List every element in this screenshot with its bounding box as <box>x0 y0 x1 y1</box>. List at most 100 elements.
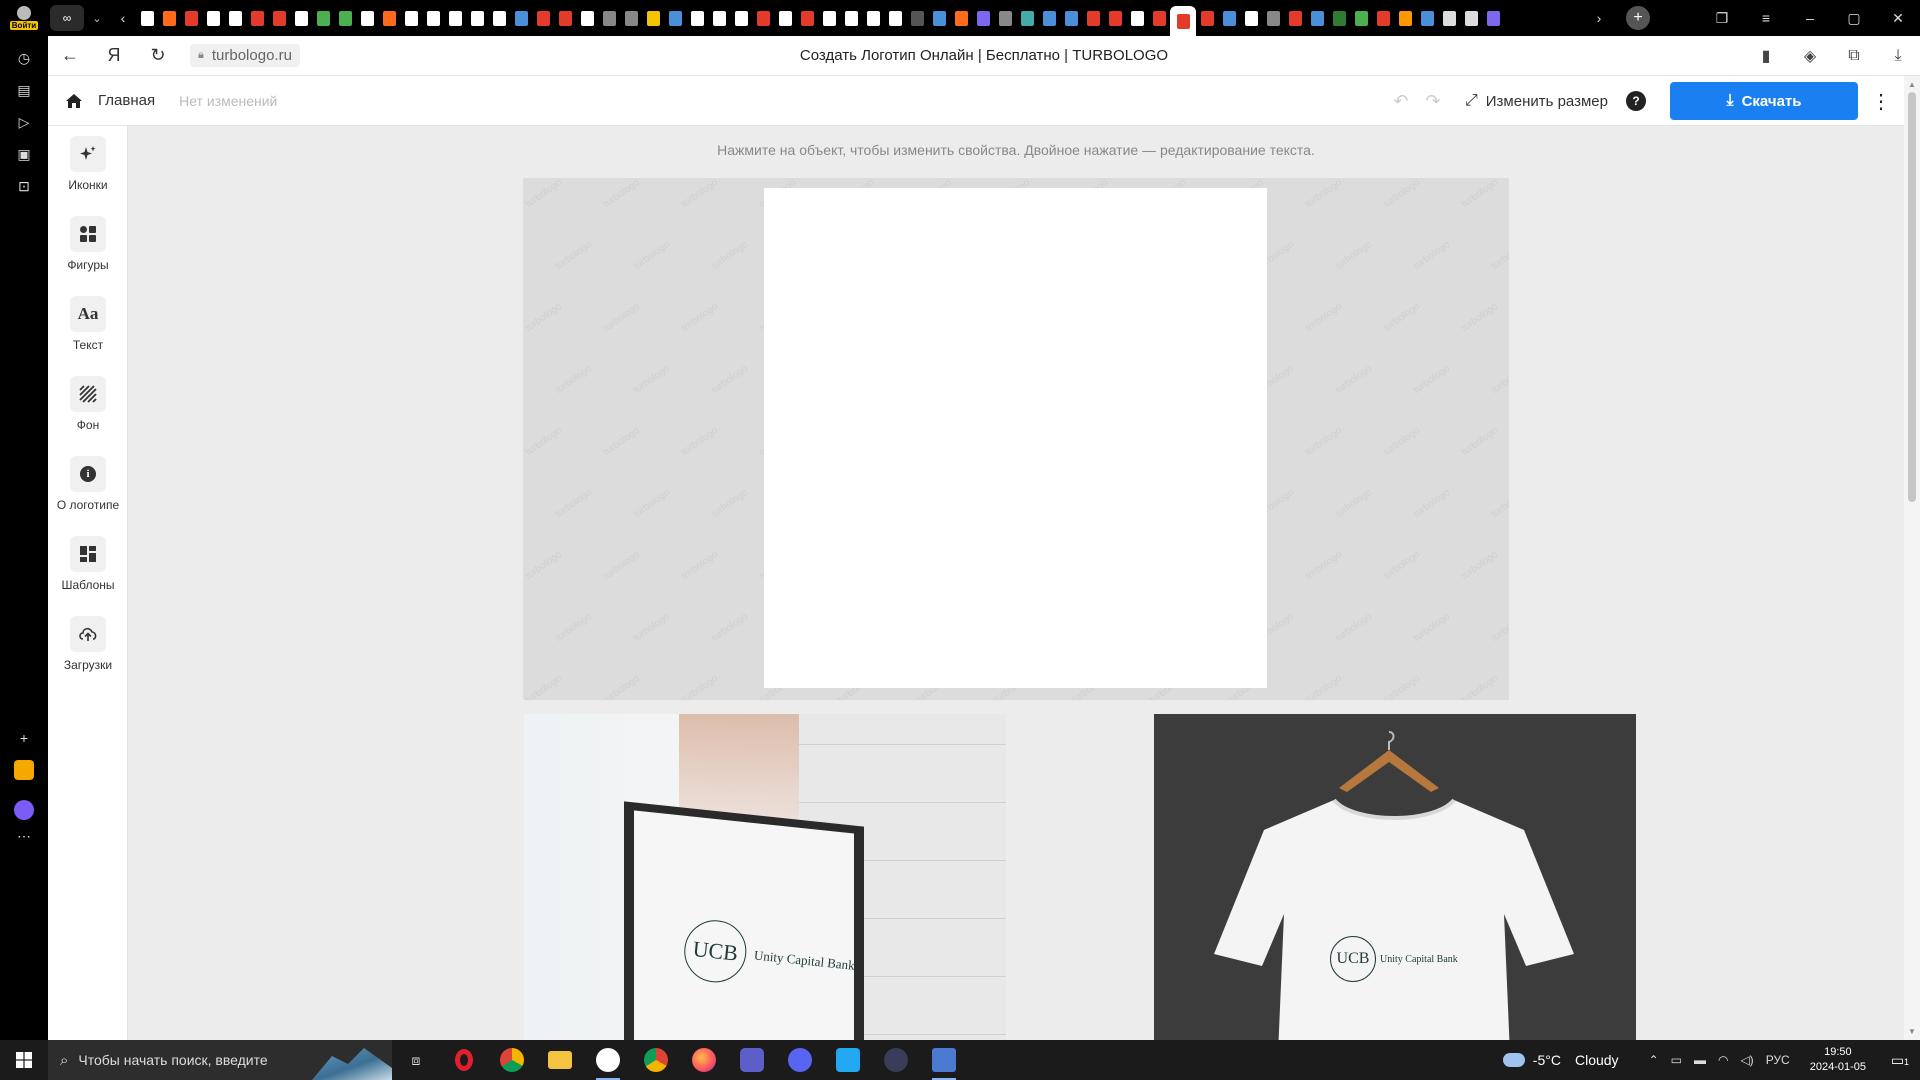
browser-tab[interactable] <box>1416 7 1438 29</box>
browser-tab[interactable] <box>1394 7 1416 29</box>
browser-tab[interactable] <box>928 7 950 29</box>
browser-tab[interactable] <box>180 7 202 29</box>
profile-button[interactable]: Войти <box>0 0 48 36</box>
mail-icon[interactable] <box>14 760 34 780</box>
help-icon[interactable]: ? <box>1626 91 1646 111</box>
file-explorer-icon[interactable] <box>536 1040 584 1080</box>
browser-tab[interactable] <box>1038 7 1060 29</box>
volume-icon[interactable]: ◁) <box>1740 1053 1753 1067</box>
browser-tab[interactable] <box>708 7 730 29</box>
browser-tab[interactable] <box>1460 7 1482 29</box>
browser-tab[interactable] <box>796 7 818 29</box>
browser-tab[interactable] <box>422 7 444 29</box>
tool-background[interactable]: Фон <box>48 376 128 432</box>
browser-tab[interactable] <box>1240 7 1262 29</box>
menu-icon[interactable]: ≡ <box>1744 10 1788 26</box>
browser-tab[interactable] <box>158 7 180 29</box>
browser-tab[interactable] <box>444 7 466 29</box>
tabs-scroll-right-icon[interactable]: › <box>1586 10 1612 26</box>
scroll-down-icon[interactable]: ▼ <box>1904 1027 1920 1036</box>
browser-tab[interactable] <box>620 7 642 29</box>
clock[interactable]: 19:50 2024-01-05 <box>1810 1045 1866 1075</box>
vpn-icon[interactable] <box>872 1040 920 1080</box>
extensions-icon[interactable]: ⧉ <box>1832 47 1876 65</box>
teams-icon[interactable] <box>728 1040 776 1080</box>
resize-button[interactable]: ⤢ Изменить размер <box>1465 92 1608 110</box>
wifi-icon[interactable]: ◠ <box>1718 1053 1728 1067</box>
browser-tab[interactable] <box>1218 7 1240 29</box>
browser-tab[interactable] <box>1126 7 1148 29</box>
notifications-button[interactable]: ▭ 1 <box>1880 1052 1920 1069</box>
browser-tab[interactable] <box>290 7 312 29</box>
video-icon[interactable]: ▷ <box>14 112 34 132</box>
scroll-up-icon[interactable]: ▲ <box>1904 80 1920 89</box>
browser-tab[interactable] <box>466 7 488 29</box>
browser-tab[interactable] <box>972 7 994 29</box>
tool-shapes[interactable]: Фигуры <box>48 216 128 272</box>
browser-tab[interactable] <box>1016 7 1038 29</box>
protect-icon[interactable]: ◈ <box>1788 46 1832 66</box>
tool-uploads[interactable]: Загрузки <box>48 616 128 672</box>
new-tab-button[interactable]: + <box>1626 6 1650 30</box>
app-window-icon[interactable] <box>920 1040 968 1080</box>
breadcrumb-home[interactable]: Главная <box>98 92 155 109</box>
minimize-icon[interactable]: – <box>1788 10 1832 26</box>
browser-tab[interactable] <box>1306 7 1328 29</box>
scrollbar-thumb[interactable] <box>1908 92 1916 502</box>
browser-tab[interactable] <box>906 7 928 29</box>
browser-tab[interactable] <box>268 7 290 29</box>
bookmark-icon[interactable]: ▮ <box>1744 46 1788 66</box>
browser-tab[interactable] <box>1196 7 1218 29</box>
browser-tab[interactable] <box>312 7 334 29</box>
tab-manager-icon[interactable]: ❐ <box>1700 10 1744 27</box>
reload-icon[interactable]: ↻ <box>136 45 180 66</box>
logo-canvas[interactable] <box>764 188 1267 688</box>
browser-tab[interactable] <box>554 7 576 29</box>
download-button[interactable]: ⤓ Скачать <box>1670 82 1858 120</box>
tool-text[interactable]: Aa Текст <box>48 296 128 352</box>
downloads-icon[interactable]: ⤓ <box>1876 47 1920 65</box>
tab-groups-button[interactable]: ∞ <box>50 5 84 31</box>
history-icon[interactable]: ◷ <box>14 48 34 68</box>
collections-icon[interactable]: ▤ <box>14 80 34 100</box>
browser-tab[interactable] <box>818 7 840 29</box>
task-view-icon[interactable]: ⧈ <box>392 1040 440 1080</box>
discord-icon[interactable] <box>776 1040 824 1080</box>
browser-tab[interactable] <box>378 7 400 29</box>
browser-tab[interactable] <box>1482 7 1504 29</box>
back-icon[interactable]: ← <box>48 45 92 66</box>
yandex-icon[interactable]: Я <box>92 45 136 66</box>
browser-tab[interactable] <box>686 7 708 29</box>
browser-tab[interactable] <box>1082 7 1104 29</box>
opera-icon[interactable] <box>440 1040 488 1080</box>
taskbar-search[interactable]: ⌕ Чтобы начать поиск, введите <box>48 1040 392 1080</box>
weather-widget[interactable]: -5°C Cloudy <box>1502 1052 1619 1068</box>
browser-tab[interactable] <box>1262 7 1284 29</box>
browser-tab[interactable] <box>1170 6 1196 36</box>
start-button[interactable] <box>0 1040 48 1080</box>
close-icon[interactable]: ✕ <box>1876 10 1920 27</box>
browser-tab[interactable] <box>862 7 884 29</box>
tool-templates[interactable]: Шаблоны <box>48 536 128 592</box>
browser-tab[interactable] <box>950 7 972 29</box>
browser-tab[interactable] <box>840 7 862 29</box>
browser-tab[interactable] <box>510 7 532 29</box>
browser-tab[interactable] <box>488 7 510 29</box>
browser-tab[interactable] <box>224 7 246 29</box>
browser-tab[interactable] <box>1328 7 1350 29</box>
browser-tab[interactable] <box>1284 7 1306 29</box>
add-panel-icon[interactable]: + <box>14 728 34 748</box>
meet-now-icon[interactable]: ▭ <box>1671 1053 1682 1067</box>
browser-tab[interactable] <box>730 7 752 29</box>
browser-tab[interactable] <box>202 7 224 29</box>
tool-icons[interactable]: Иконки <box>48 136 128 192</box>
browser-tab[interactable] <box>356 7 378 29</box>
undo-icon[interactable]: ↶ <box>1385 91 1417 112</box>
chrome-beta-icon[interactable] <box>488 1040 536 1080</box>
canvas-area[interactable]: turbologo turbologo turbologo turbologo turb… <box>523 178 1509 700</box>
browser-tab[interactable] <box>136 7 158 29</box>
browser-tab[interactable] <box>532 7 554 29</box>
browser-tab[interactable] <box>642 7 664 29</box>
redo-icon[interactable]: ↷ <box>1417 91 1449 112</box>
chevron-down-icon[interactable]: ⌄ <box>84 5 110 31</box>
